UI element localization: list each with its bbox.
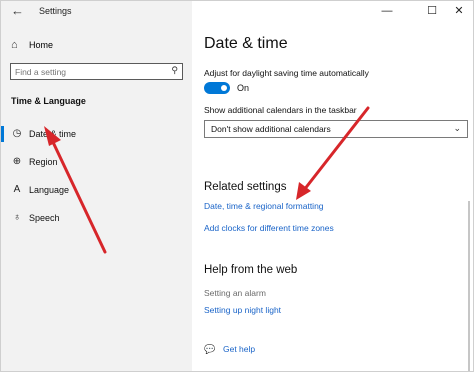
active-indicator: [1, 126, 4, 142]
calendar-clock-icon: ◷: [12, 128, 22, 139]
get-help-label: Get help: [223, 344, 256, 354]
calendars-label: Show additional calendars in the taskbar: [204, 105, 357, 115]
search-box[interactable]: ⚲: [10, 63, 183, 80]
related-settings-heading: Related settings: [204, 181, 287, 193]
minimize-button[interactable]: —: [372, 3, 402, 19]
dst-toggle-state: On: [237, 83, 250, 93]
help-link-alarm[interactable]: Setting an alarm: [204, 288, 266, 298]
calendars-dropdown[interactable]: Don't show additional calendars ⌄: [204, 120, 468, 138]
home-icon: ⌂: [11, 39, 18, 51]
search-icon[interactable]: ⚲: [171, 65, 178, 76]
page-title: Date & time: [204, 35, 288, 52]
get-help-link[interactable]: 💬 Get help: [204, 343, 255, 355]
settings-window: ← Settings ⌂ Home ⚲ Time & Language ◷ Da…: [0, 0, 474, 372]
dst-toggle[interactable]: [204, 82, 230, 94]
sidebar-group-title: Time & Language: [11, 96, 86, 106]
sidebar-item-label: Language: [29, 185, 70, 195]
dst-label: Adjust for daylight saving time automati…: [204, 68, 369, 78]
help-heading: Help from the web: [204, 264, 298, 276]
home-label: Home: [29, 40, 54, 50]
sidebar-item-label: Date & time: [29, 129, 77, 139]
chat-bubble-icon: 💬: [204, 343, 216, 354]
chevron-down-icon: ⌄: [453, 123, 461, 133]
sidebar-item-label: Speech: [29, 213, 60, 223]
back-arrow-icon[interactable]: ←: [11, 4, 27, 18]
help-link-night-light[interactable]: Setting up night light: [204, 305, 281, 315]
maximize-button[interactable]: ☐: [417, 3, 447, 19]
sidebar-item-language[interactable]: A Language: [1, 179, 192, 201]
microphone-icon: ♁: [13, 212, 21, 223]
sidebar-item-speech[interactable]: ♁ Speech: [1, 207, 192, 229]
calendars-selected-value: Don't show additional calendars: [211, 124, 331, 134]
main-content: — ☐ ✕ Date & time Adjust for daylight sa…: [192, 1, 473, 371]
globe-icon: ⊕: [12, 156, 22, 167]
close-button[interactable]: ✕: [444, 3, 473, 19]
scrollbar[interactable]: [468, 201, 470, 371]
add-clocks-link[interactable]: Add clocks for different time zones: [204, 223, 334, 233]
sidebar-item-date-time[interactable]: ◷ Date & time: [1, 123, 192, 145]
language-icon: A: [13, 184, 21, 195]
sidebar-item-label: Region: [29, 157, 58, 167]
sidebar: ← Settings ⌂ Home ⚲ Time & Language ◷ Da…: [1, 1, 192, 371]
home-nav-item[interactable]: ⌂ Home: [11, 37, 53, 53]
window-title: Settings: [39, 6, 72, 16]
search-input[interactable]: [15, 65, 165, 78]
sidebar-item-region[interactable]: ⊕ Region: [1, 151, 192, 173]
regional-formatting-link[interactable]: Date, time & regional formatting: [204, 201, 324, 211]
toggle-knob: [221, 85, 227, 91]
